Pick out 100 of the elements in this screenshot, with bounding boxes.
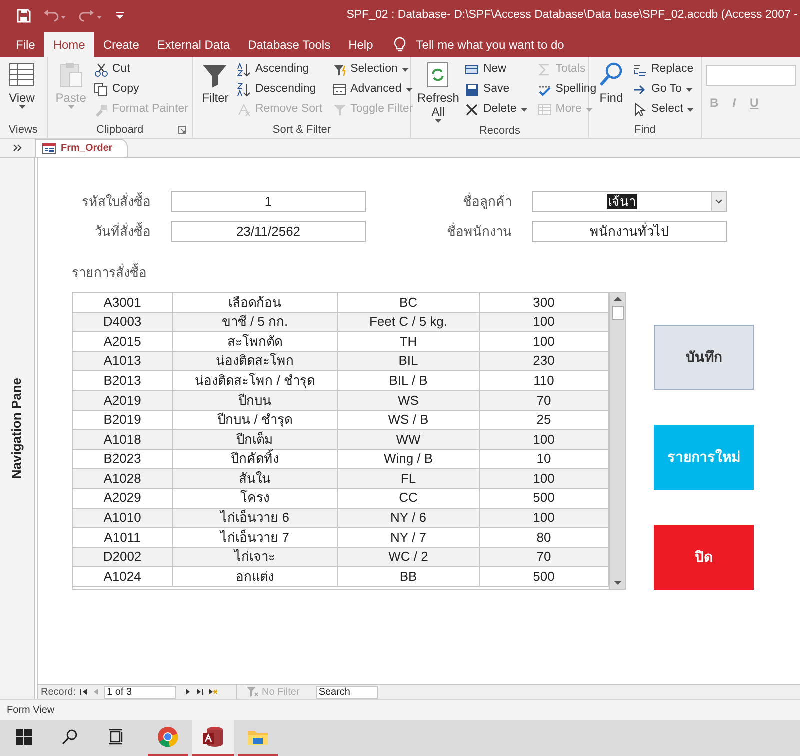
lightbulb-icon [394, 37, 406, 53]
table-cell: FL [338, 469, 480, 488]
table-cell: B2023 [73, 450, 173, 468]
search-icon[interactable] [62, 729, 78, 745]
new-record-icon[interactable] [208, 688, 218, 696]
caret-icon [406, 88, 413, 92]
group-label: Sort & Filter [272, 122, 331, 138]
table-cell: Wing / B [338, 450, 480, 468]
customize-icon[interactable] [115, 12, 125, 20]
form-button[interactable]: ปิด [654, 525, 754, 590]
ribbon-button[interactable]: Copy [94, 81, 188, 99]
next-record-icon[interactable] [184, 688, 192, 696]
table-cell: NY / 6 [338, 508, 480, 528]
task-view-icon[interactable] [108, 729, 124, 745]
table-cell: TH [338, 332, 480, 351]
first-record-icon[interactable] [80, 688, 88, 696]
section-label: รายการสั่งซื้อ [72, 263, 148, 280]
table-cell: Feet C / 5 kg. [338, 312, 480, 332]
double-chevron-icon[interactable] [13, 144, 22, 152]
table-cell: A1024 [73, 567, 173, 586]
folder-icon[interactable] [247, 728, 269, 746]
record-number-field[interactable]: 1 of 3 [104, 686, 176, 698]
text-field[interactable]: 1 [171, 191, 366, 212]
table-cell: WC / 2 [338, 548, 480, 566]
ribbon-button[interactable]: Filter [197, 61, 234, 105]
caret-icon [687, 108, 694, 112]
ribbon-button[interactable]: Select [633, 101, 694, 119]
scrollbar[interactable] [609, 293, 625, 589]
last-record-icon[interactable] [196, 688, 204, 696]
menu-tab[interactable]: Help [340, 32, 382, 57]
browser-icon[interactable] [157, 726, 179, 748]
ribbon-button[interactable]: View [4, 61, 40, 109]
table-cell: A2015 [73, 332, 173, 351]
table-cell: ไก่เอ็นวาย 6 [173, 508, 338, 528]
combo-box[interactable]: เจ้นา [532, 191, 727, 212]
ribbon-button[interactable]: Cut [94, 61, 188, 79]
right-arrow-icon [633, 83, 648, 97]
table-icon [538, 103, 552, 117]
remove-sort-icon [237, 103, 252, 117]
table-cell: BIL [338, 352, 480, 370]
ribbon-button[interactable]: New [465, 61, 528, 79]
windows-icon[interactable] [16, 729, 32, 745]
table-cell: ปีกบน / ชำรุด [173, 410, 338, 430]
taskbar-button[interactable] [192, 720, 234, 756]
ribbon-button[interactable]: Ascending [237, 61, 323, 79]
menu-tab[interactable]: Create [94, 32, 148, 57]
sort-descending-icon [237, 83, 252, 97]
scissors-icon [94, 63, 108, 77]
caret-icon [68, 105, 75, 109]
table-cell: WW [338, 430, 480, 449]
search-field[interactable]: Search [316, 686, 378, 698]
cursor-icon [633, 103, 648, 117]
navigation-pane[interactable]: Navigation Pane [0, 158, 35, 699]
sort-ascending-icon [237, 63, 252, 77]
ribbon-button[interactable]: Replace [633, 61, 694, 79]
text-field[interactable]: 23/11/2562 [171, 221, 366, 242]
funnel-icon [247, 687, 260, 697]
table-cell: ปีกคัดทิ้ง [173, 450, 338, 468]
table-cell: A1028 [73, 469, 173, 488]
ribbon-button[interactable]: Save [465, 81, 528, 99]
ribbon-button[interactable]: Advanced [332, 81, 414, 99]
ribbon-button[interactable]: Go To [633, 81, 694, 99]
scroll-thumb[interactable] [612, 306, 624, 320]
menu-tab[interactable]: File [7, 32, 44, 57]
field-label: วันที่สั่งซื้อ [94, 221, 151, 241]
ribbon-button[interactable]: Spelling [538, 81, 597, 99]
text-field[interactable]: พนักงานทั่วไป [532, 221, 727, 242]
table-cell: น่องติดสะโพก / ชำรุด [173, 371, 338, 390]
caret-icon [586, 108, 593, 112]
menu-tab[interactable]: Database Tools [239, 32, 340, 57]
group-label: Views [8, 122, 38, 138]
table-cell: A2029 [73, 488, 173, 508]
table-cell: ไก่เจาะ [173, 548, 338, 566]
form-button[interactable]: บันทึก [654, 325, 754, 390]
document-tab[interactable]: Frm_Order [35, 139, 128, 157]
form-icon [42, 143, 56, 154]
table-cell: ปีกบน [173, 390, 338, 410]
save-icon[interactable] [17, 9, 31, 23]
database-app-icon[interactable] [202, 726, 224, 748]
replace-icon [633, 63, 648, 77]
field-label: รหัสใบสั่งซื้อ [81, 191, 151, 211]
chevron-down-icon[interactable] [715, 199, 723, 204]
ribbon-button[interactable]: Delete [465, 101, 528, 119]
menu-tab[interactable]: Home [44, 32, 94, 57]
table-cell: WS / B [338, 410, 480, 430]
group-label: Records [479, 124, 520, 138]
tell-me-field[interactable]: Tell me what you want to do [416, 32, 564, 57]
ribbon-button[interactable]: Selection [332, 61, 414, 79]
launcher-icon[interactable] [178, 126, 186, 134]
menu-tab[interactable]: External Data [148, 32, 240, 57]
table-cell: A2019 [73, 390, 173, 410]
ribbon-button[interactable]: Descending [237, 81, 323, 99]
group-label: Clipboard [96, 122, 144, 138]
caret-icon [520, 108, 528, 112]
table-cell: A1018 [73, 430, 173, 449]
table-cell: สะโพกตัด [173, 332, 338, 351]
ribbon-button[interactable]: Refresh All [415, 61, 462, 123]
table-cell: D2002 [73, 548, 173, 566]
field-label: ชื่อลูกค้า [462, 192, 512, 212]
filter-selection-icon [332, 63, 347, 77]
